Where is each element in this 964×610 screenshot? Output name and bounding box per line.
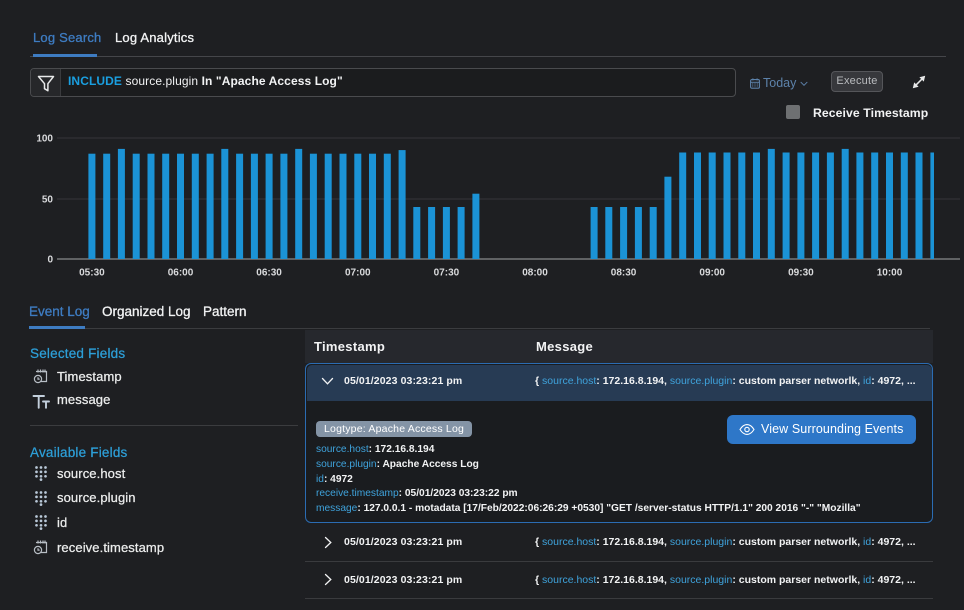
svg-text:09:00: 09:00	[699, 268, 725, 279]
svg-text:50: 50	[42, 195, 54, 206]
svg-text:06:30: 06:30	[256, 268, 282, 279]
svg-text:05:30: 05:30	[79, 268, 105, 279]
svg-text:07:00: 07:00	[345, 268, 371, 279]
svg-text:10:00: 10:00	[877, 268, 903, 279]
svg-text:07:30: 07:30	[434, 268, 460, 279]
svg-text:06:00: 06:00	[168, 268, 194, 279]
svg-text:08:30: 08:30	[611, 268, 637, 279]
svg-text:09:30: 09:30	[788, 268, 814, 279]
svg-text:0: 0	[47, 255, 53, 266]
svg-text:08:00: 08:00	[522, 268, 548, 279]
svg-text:100: 100	[36, 134, 53, 145]
